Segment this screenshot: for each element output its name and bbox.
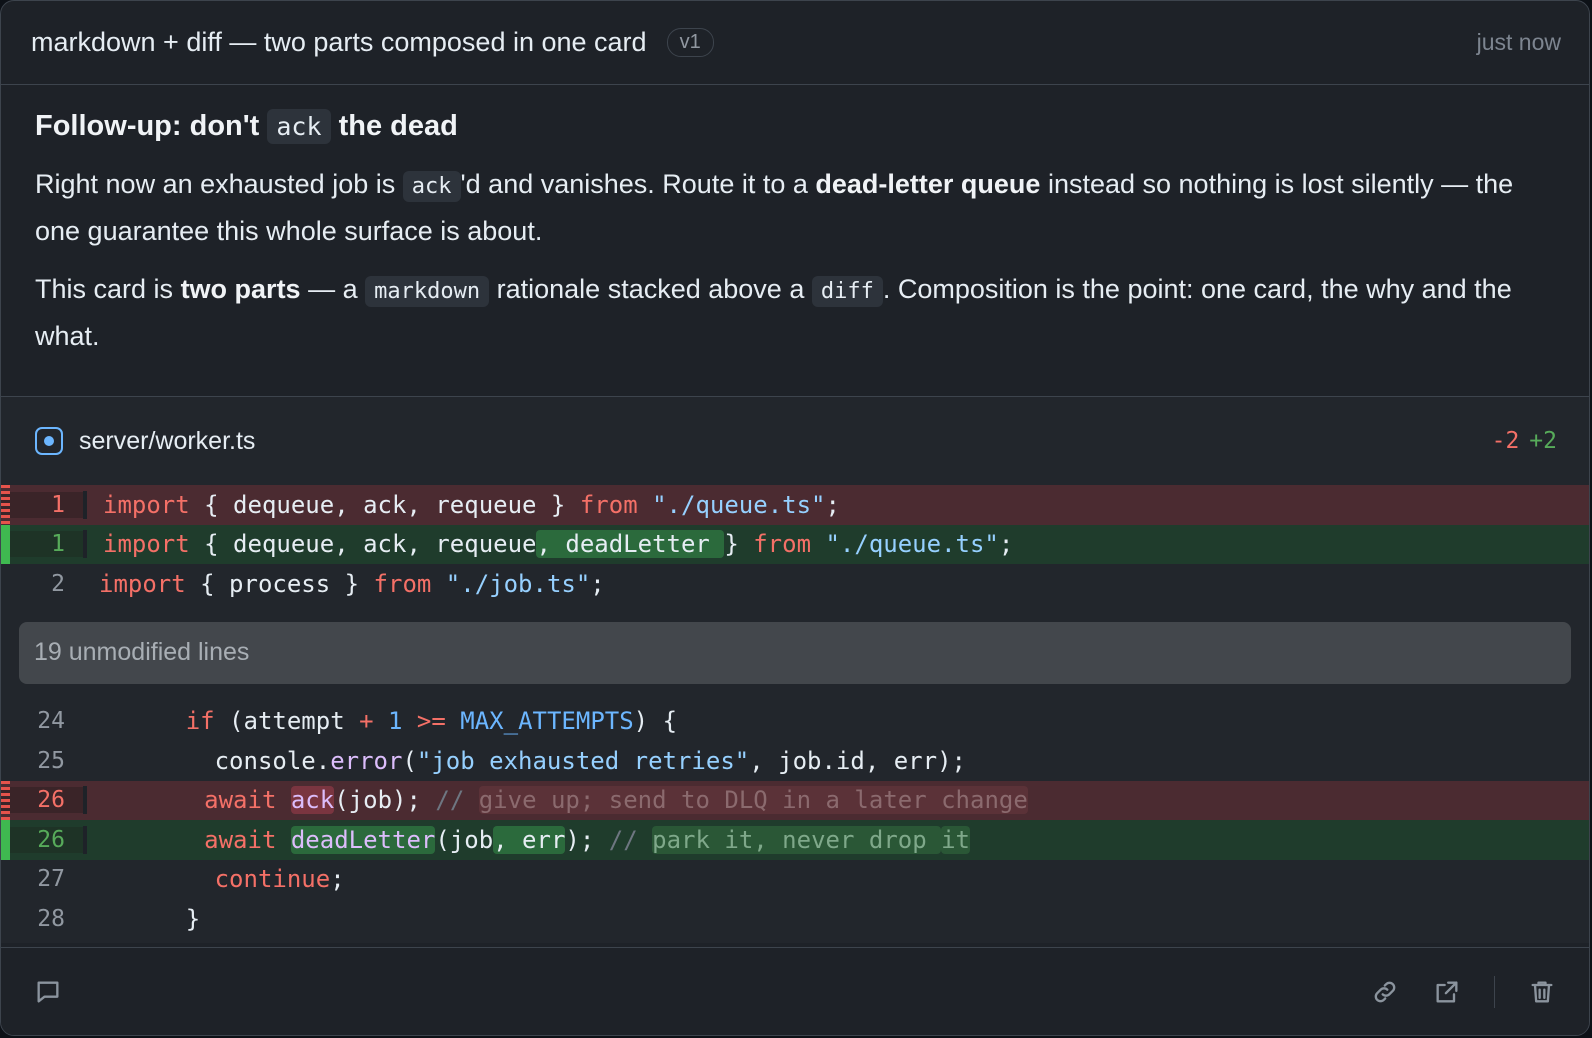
code-text: import { dequeue, ack, requeue } from ".…: [83, 490, 840, 519]
diff-line-added: 26 await deadLetter(job, err); // park i…: [1, 820, 1589, 860]
paragraph-text: Right now an exhausted job is: [35, 169, 396, 199]
file-name[interactable]: server/worker.ts: [79, 427, 255, 456]
timestamp: just now: [1476, 29, 1561, 55]
file-header: server/worker.ts -2 +2: [1, 397, 1589, 485]
diff-line-deleted: 1 import { dequeue, ack, requeue } from …: [1, 485, 1589, 525]
version-badge: v1: [666, 28, 714, 57]
bold-text: dead-letter queue: [815, 169, 1041, 199]
line-number: 26: [1, 787, 83, 814]
line-number: 24: [37, 708, 65, 735]
code-text: }: [185, 904, 201, 933]
line-number: 1: [1, 531, 83, 558]
inline-code: markdown: [365, 276, 490, 307]
line-number: 28: [37, 905, 65, 932]
markdown-paragraph: Right now an exhausted job is ack'd and …: [35, 162, 1555, 253]
inline-code: ack: [267, 109, 331, 144]
deletions-count: -2: [1491, 428, 1520, 454]
diff-part: server/worker.ts -2 +2 1 import { dequeue…: [1, 397, 1589, 943]
code-text: import { process } from "./job.ts";: [99, 569, 605, 598]
diff-line-context: 28 }: [1, 899, 1589, 939]
code-text: continue;: [214, 865, 345, 894]
diff-line-context: 27 continue;: [1, 860, 1589, 900]
diff-line-context: 24 if (attempt + 1 >= MAX_ATTEMPTS) {: [1, 702, 1589, 742]
code-text: if (attempt + 1 >= MAX_ATTEMPTS) {: [185, 707, 678, 736]
diff-line-context: 2 import { process } from "./job.ts";: [1, 564, 1589, 604]
code-text: console.error("job exhausted retries", j…: [214, 746, 966, 775]
bold-text: two parts: [180, 274, 301, 304]
line-number: 25: [37, 747, 65, 774]
heading-text: Follow-up: don't: [35, 110, 260, 142]
markdown-part: Follow-up: don't ack the dead Right now …: [1, 85, 1589, 397]
heading-text: the dead: [338, 110, 458, 142]
card-footer: [1, 947, 1589, 1035]
inline-code: ack: [402, 171, 461, 202]
file-modified-icon: [35, 427, 63, 455]
diff-line-added: 1 import { dequeue, ack, requeue, deadLe…: [1, 524, 1589, 564]
line-number: 26: [1, 826, 83, 853]
trash-icon[interactable]: [1527, 977, 1557, 1007]
paragraph-text: — a: [308, 274, 358, 304]
line-number: 2: [51, 570, 65, 597]
comment-icon[interactable]: [33, 977, 63, 1007]
diff-line-deleted: 26 await ack(job); // give up; send to D…: [1, 780, 1589, 820]
expand-unmodified-lines-button[interactable]: 19 unmodified lines: [19, 621, 1571, 684]
line-number: 1: [1, 491, 83, 518]
diff-line-context: 25 console.error("job exhausted retries"…: [1, 741, 1589, 781]
code-text: await ack(job); // give up; send to DLQ …: [83, 786, 1028, 815]
divider: [1494, 975, 1495, 1008]
additions-count: +2: [1529, 428, 1557, 454]
markdown-heading: Follow-up: don't ack the dead: [35, 105, 1555, 148]
code-text: await deadLetter(job, err); // park it, …: [83, 825, 971, 854]
paragraph-text: 'd and vanishes. Route it to a: [460, 169, 808, 199]
paragraph-text: This card is: [35, 274, 174, 304]
line-number: 27: [37, 866, 65, 893]
markdown-paragraph: This card is two parts — a markdown rati…: [35, 267, 1555, 358]
external-link-icon[interactable]: [1432, 977, 1462, 1007]
link-icon[interactable]: [1370, 977, 1400, 1007]
diff-card: markdown + diff — two parts composed in …: [0, 0, 1590, 1036]
card-header: markdown + diff — two parts composed in …: [1, 1, 1589, 85]
paragraph-text: rationale stacked above a: [496, 274, 805, 304]
card-title: markdown + diff — two parts composed in …: [31, 27, 647, 57]
diff-stats: -2 +2: [1492, 428, 1557, 454]
inline-code: diff: [811, 276, 883, 307]
code-text: import { dequeue, ack, requeue, deadLett…: [83, 530, 1013, 559]
card-actions: [1370, 975, 1557, 1008]
